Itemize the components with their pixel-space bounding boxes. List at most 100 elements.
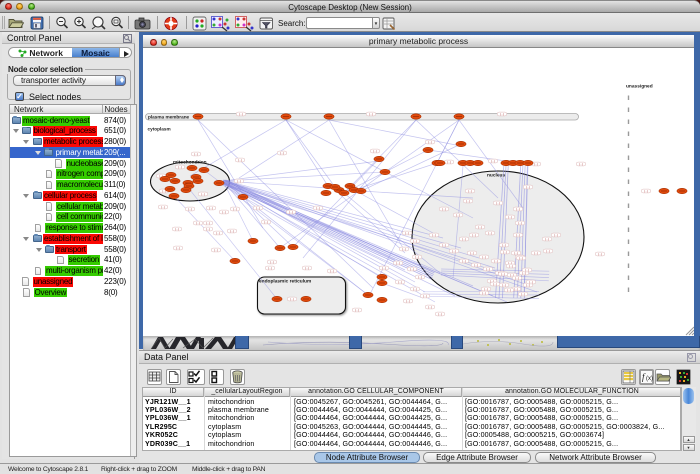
svg-text:[....]: [....] [488, 231, 493, 235]
svg-text:[....]: [....] [545, 237, 550, 241]
svg-text:[....]: [....] [503, 250, 508, 254]
svg-text:[....]: [....] [405, 231, 410, 235]
svg-text:cytoplasm: cytoplasm [148, 127, 171, 132]
svg-text:[....]: [....] [496, 201, 501, 205]
svg-text:[....]: [....] [410, 267, 415, 271]
svg-text:[....]: [....] [222, 210, 227, 214]
svg-text:[....]: [....] [402, 247, 407, 251]
svg-text:[....]: [....] [423, 294, 428, 298]
svg-text:[....]: [....] [216, 231, 221, 235]
svg-text:[....]: [....] [428, 140, 433, 144]
svg-text:[....]: [....] [486, 267, 491, 271]
svg-text:[....]: [....] [462, 259, 467, 263]
svg-text:[....]: [....] [206, 221, 211, 225]
svg-text:[....]: [....] [493, 282, 498, 286]
svg-text:[....]: [....] [209, 206, 214, 210]
svg-text:[....]: [....] [482, 291, 487, 295]
svg-text:[....]: [....] [502, 283, 507, 287]
svg-text:[....]: [....] [413, 239, 418, 243]
svg-text:[....]: [....] [529, 280, 534, 284]
svg-text:[....]: [....] [482, 255, 487, 259]
svg-text:[....]: [....] [438, 312, 443, 316]
svg-text:[....]: [....] [201, 192, 206, 196]
svg-text:(x): (x) [646, 376, 653, 382]
svg-text:[....]: [....] [442, 243, 447, 247]
svg-text:[....]: [....] [526, 185, 531, 189]
svg-text:[....]: [....] [515, 276, 520, 280]
svg-text:[....]: [....] [502, 243, 507, 247]
svg-text:[....]: [....] [442, 207, 447, 211]
svg-text:[....]: [....] [491, 159, 496, 163]
svg-text:[....]: [....] [514, 251, 519, 255]
svg-text:[....]: [....] [280, 151, 285, 155]
svg-text:[....]: [....] [525, 268, 530, 272]
svg-text:[....]: [....] [176, 246, 181, 250]
svg-text:[....]: [....] [175, 227, 180, 231]
svg-text:[....]: [....] [452, 249, 457, 253]
svg-text:[....]: [....] [238, 158, 243, 162]
svg-text:[....]: [....] [508, 215, 513, 219]
svg-text:[....]: [....] [355, 308, 360, 312]
svg-text:[....]: [....] [230, 229, 235, 233]
svg-text:[....]: [....] [478, 225, 483, 229]
svg-text:[....]: [....] [373, 149, 378, 153]
svg-text:[....]: [....] [534, 251, 539, 255]
svg-text:[....]: [....] [554, 233, 559, 237]
svg-text:[....]: [....] [468, 189, 473, 193]
svg-text:[....]: [....] [518, 221, 523, 225]
svg-text:[....]: [....] [484, 287, 489, 291]
svg-text:[....]: [....] [369, 112, 374, 116]
svg-text:[....]: [....] [521, 292, 526, 296]
svg-text:[....]: [....] [501, 272, 506, 276]
svg-text:[....]: [....] [598, 252, 603, 256]
svg-text:[....]: [....] [415, 255, 420, 259]
svg-text:[....]: [....] [644, 189, 649, 193]
svg-text:[....]: [....] [196, 221, 201, 225]
svg-text:[....]: [....] [161, 205, 166, 209]
svg-text:[....]: [....] [413, 287, 418, 291]
svg-text:[....]: [....] [316, 206, 321, 210]
svg-text:[....]: [....] [432, 233, 437, 237]
svg-text:[....]: [....] [462, 237, 467, 241]
svg-text:[....]: [....] [330, 269, 335, 273]
svg-text:[....]: [....] [194, 152, 199, 156]
svg-text:[....]: [....] [178, 165, 183, 169]
svg-text:[....]: [....] [206, 227, 211, 231]
svg-text:mitochondrion: mitochondrion [173, 160, 207, 166]
svg-text:[....]: [....] [514, 287, 519, 291]
svg-text:[....]: [....] [447, 160, 452, 164]
svg-text:[....]: [....] [428, 305, 433, 309]
svg-text:endoplasmic reticulum: endoplasmic reticulum [259, 279, 311, 285]
svg-text:[....]: [....] [382, 266, 387, 270]
svg-text:[....]: [....] [396, 261, 401, 265]
svg-text:[....]: [....] [466, 199, 471, 203]
svg-text:[....]: [....] [233, 207, 238, 211]
svg-text:[....]: [....] [509, 264, 514, 268]
svg-text:[....]: [....] [494, 259, 499, 263]
svg-text:[....]: [....] [534, 162, 539, 166]
svg-text:[....]: [....] [214, 248, 219, 252]
svg-text:[....]: [....] [264, 220, 269, 224]
svg-text:[....]: [....] [474, 263, 479, 267]
svg-text:[....]: [....] [239, 112, 244, 116]
svg-text:[....]: [....] [188, 207, 193, 211]
svg-text:[....]: [....] [398, 280, 403, 284]
svg-text:[....]: [....] [406, 299, 411, 303]
svg-text:[....]: [....] [289, 210, 294, 214]
svg-text:[....]: [....] [516, 207, 521, 211]
svg-text:[....]: [....] [256, 206, 261, 210]
svg-text:[....]: [....] [519, 256, 524, 260]
svg-text:[....]: [....] [290, 297, 295, 301]
svg-text:[....]: [....] [237, 179, 242, 183]
svg-text:[....]: [....] [470, 251, 475, 255]
svg-text:[....]: [....] [268, 266, 273, 270]
svg-text:[....]: [....] [472, 233, 477, 237]
svg-text:[....]: [....] [516, 233, 521, 237]
svg-text:[....]: [....] [579, 162, 584, 166]
svg-text:[....]: [....] [270, 260, 275, 264]
svg-text:[....]: [....] [546, 249, 551, 253]
svg-text:[....]: [....] [305, 266, 310, 270]
svg-text:unassigned: unassigned [626, 84, 653, 90]
svg-text:[....]: [....] [418, 275, 423, 279]
svg-text:plasma membrane: plasma membrane [148, 115, 190, 120]
